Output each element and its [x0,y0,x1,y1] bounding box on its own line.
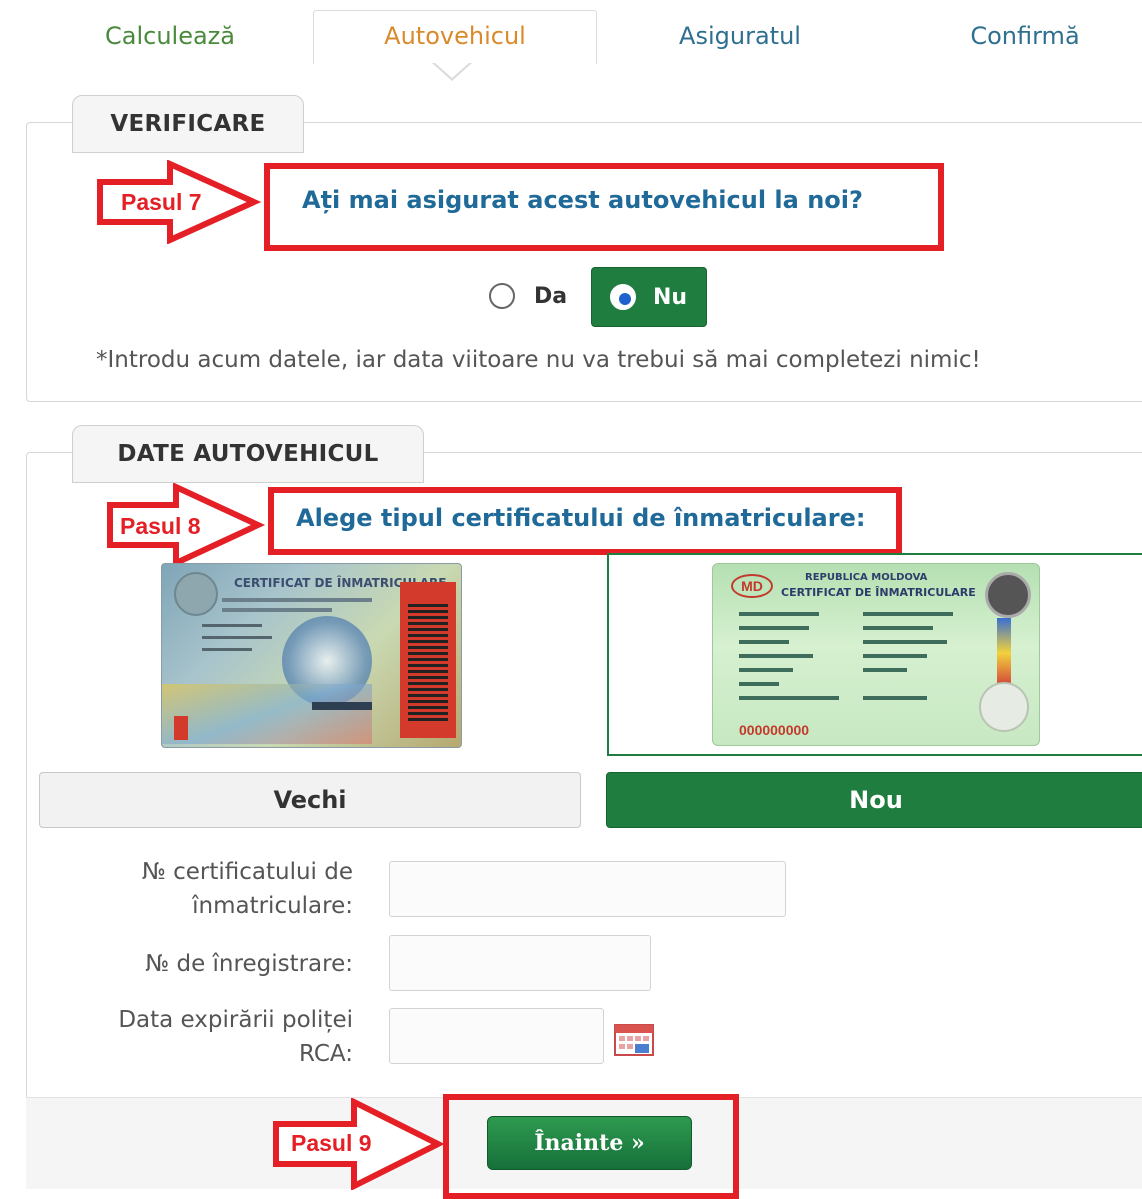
new-cert-title: CERTIFICAT DE ÎNMATRICULARE [781,586,976,599]
next-button[interactable]: Înainte » [487,1116,692,1170]
md-badge-icon: MD [731,574,773,598]
wheel-emblem-icon [985,572,1031,618]
pasul-8-label: Pasul 8 [120,513,201,539]
radio-da-label[interactable]: Da [534,284,567,309]
new-cert-header: REPUBLICA MOLDOVA [805,572,928,583]
radio-nu-button[interactable]: Nu [591,267,707,327]
cert-type-old-button[interactable]: Vechi [39,772,581,828]
date-autovehicul-legend: DATE AUTOVEHICUL [72,425,424,483]
verificare-legend: VERIFICARE [72,95,304,153]
tab-asiguratul[interactable]: Asiguratul [660,22,820,50]
cert-number-input[interactable] [389,861,786,917]
calendar-icon[interactable] [614,1024,654,1056]
pasul-9-label: Pasul 9 [291,1130,372,1156]
cert-number-label: № certificatului de înmatriculare: [141,859,353,919]
radio-da[interactable] [489,283,515,309]
cert-type-question: Alege tipul certificatului de înmatricul… [296,504,866,532]
radio-nu[interactable] [610,284,636,310]
photo-placeholder-icon [979,682,1029,732]
rca-expiry-input[interactable] [389,1008,604,1064]
wizard-tabs: Calculează Autovehicul Asiguratul Confir… [0,0,1142,81]
old-cert-emblem-icon [174,572,218,616]
new-certificate-image[interactable]: MD REPUBLICA MOLDOVA CERTIFICAT DE ÎNMAT… [712,563,1040,746]
old-certificate-image[interactable]: CERTIFICAT DE ÎNMATRICULARE [161,563,462,748]
radio-nu-label[interactable]: Nu [653,285,687,310]
new-cert-number: 000000000 [739,722,810,738]
verificare-note: *Introdu acum datele, iar data viitoare … [96,347,981,373]
tab-calculeaza[interactable]: Calculează [100,22,240,50]
verificare-question: Ați mai asigurat acest autovehicul la no… [302,186,863,214]
tab-confirma[interactable]: Confirmă [950,22,1100,50]
pasul-7-label: Pasul 7 [121,189,202,215]
registration-number-input[interactable] [389,935,651,991]
tab-autovehicul[interactable]: Autovehicul [313,22,597,50]
cert-type-new-button[interactable]: Nou [606,772,1142,828]
registration-number-label: № de înregistrare: [145,951,353,977]
rca-expiry-label: Data expirării poliței RCA: [118,1007,353,1067]
